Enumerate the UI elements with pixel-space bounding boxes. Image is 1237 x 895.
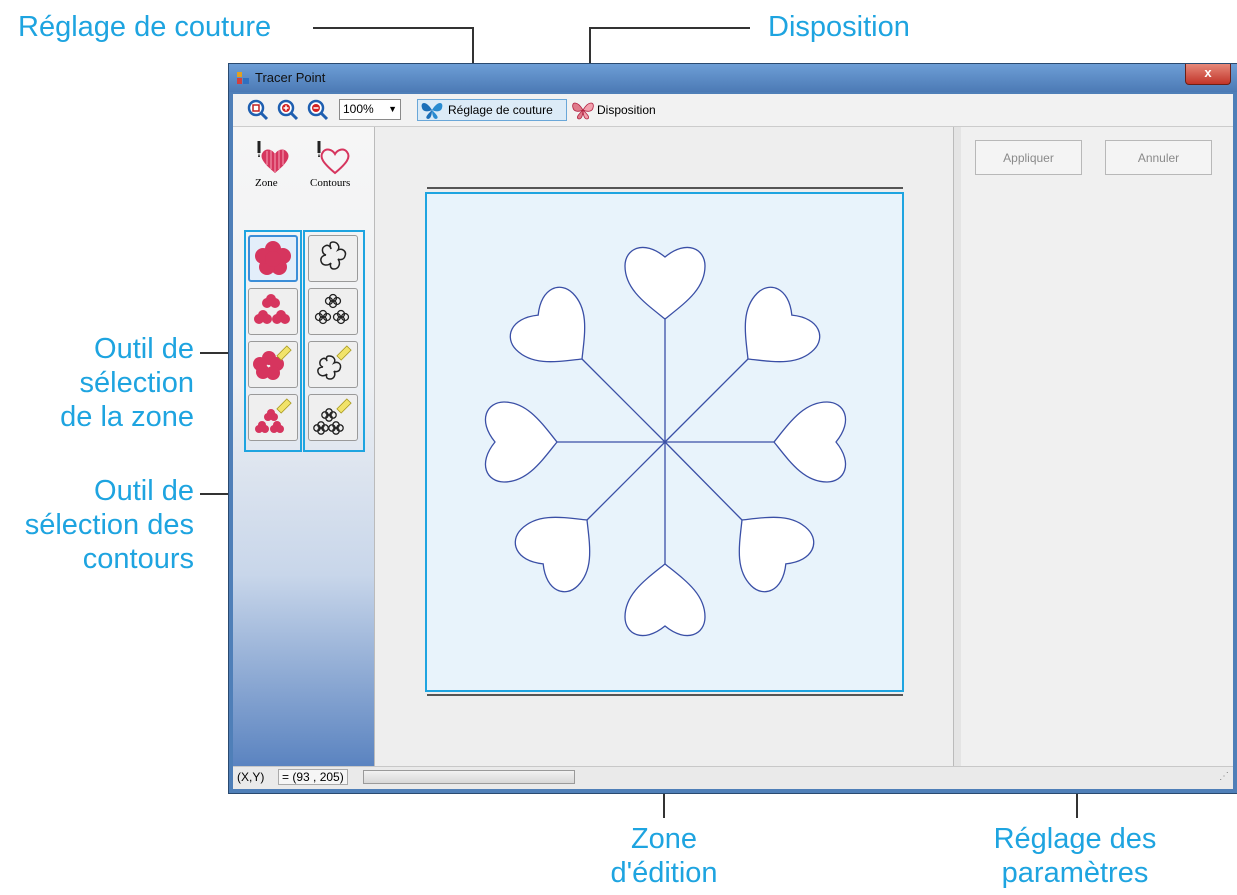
apply-button[interactable]: Appliquer <box>975 140 1082 175</box>
callout-param-setting: Réglage des paramètres <box>980 822 1170 890</box>
zoom-fit-icon[interactable] <box>247 99 269 121</box>
edit-area[interactable] <box>374 127 954 767</box>
layout-button[interactable]: Disposition <box>571 99 656 121</box>
heart-wreath-design <box>484 246 847 637</box>
zone-label: Zone <box>255 177 278 189</box>
area-select-erase-button[interactable] <box>248 341 298 388</box>
tool-panel: Zone Contours <box>233 127 374 767</box>
toolbar: 100% ▼ Réglage de couture Disposition <box>233 94 1233 127</box>
app-window: Tracer Point x 100% ▼ Réglage de couture… <box>228 63 1237 794</box>
callout-line: d'édition <box>610 857 718 889</box>
parameter-panel: Appliquer Annuler <box>961 127 1233 767</box>
callout-outline-tool: Outil de sélection des contours <box>0 474 194 576</box>
zoom-select[interactable]: 100% ▼ <box>339 99 401 120</box>
outline-select-erase-multiple-button[interactable] <box>308 394 358 441</box>
flowers-eraser-icon <box>255 398 292 433</box>
design-canvas[interactable] <box>425 192 904 692</box>
butterfly-icon <box>421 103 443 119</box>
coord-value: = (93 , 205) <box>278 769 348 785</box>
contours-heart-icon <box>317 141 350 175</box>
coord-label: (X,Y) <box>237 770 265 784</box>
callout-line: Outil de <box>94 333 194 365</box>
canvas-top-edge <box>427 187 903 189</box>
cancel-button[interactable]: Annuler <box>1105 140 1212 175</box>
butterfly-icon <box>572 102 594 120</box>
outline-select-multiple-button[interactable] <box>308 288 358 335</box>
client-area: 100% ▼ Réglage de couture Disposition Zo… <box>233 94 1233 789</box>
stitch-setting-label: Réglage de couture <box>448 103 553 117</box>
leader-line <box>313 27 473 29</box>
flower-outline-icon <box>320 241 347 270</box>
callout-edit-zone: Zone d'édition <box>584 822 744 890</box>
callout-line: sélection <box>79 367 194 399</box>
contours-label: Contours <box>310 177 351 189</box>
outline-select-single-button[interactable] <box>308 235 358 282</box>
flower-filled-icon <box>255 241 291 275</box>
area-select-erase-multiple-button[interactable] <box>248 394 298 441</box>
callout-layout: Disposition <box>768 11 910 43</box>
zoom-out-icon[interactable] <box>307 99 329 121</box>
callout-line: contours <box>82 543 194 575</box>
callout-area-tool: Outil de sélection de la zone <box>60 332 194 434</box>
progress-bar <box>363 770 575 784</box>
outline-select-erase-button[interactable] <box>308 341 358 388</box>
zoom-in-icon[interactable] <box>277 99 299 121</box>
stitch-setting-button[interactable]: Réglage de couture <box>417 99 567 121</box>
status-bar: (X,Y) = (93 , 205) ⋰ <box>233 766 1233 789</box>
resize-grip-icon[interactable]: ⋰ <box>1219 771 1229 782</box>
callout-line: Outil de <box>94 475 194 507</box>
callout-line: Réglage des <box>993 823 1157 855</box>
zoom-value: 100% <box>343 102 374 116</box>
area-select-multiple-button[interactable] <box>248 288 298 335</box>
flower-outline-eraser-icon <box>317 345 352 380</box>
zone-heart-icon <box>257 141 289 173</box>
area-select-single-button[interactable] <box>248 235 298 282</box>
layout-label: Disposition <box>597 103 656 117</box>
callout-stitch-setting: Réglage de couture <box>18 11 272 43</box>
app-icon <box>237 72 249 84</box>
title-bar[interactable]: Tracer Point x <box>229 64 1237 92</box>
flowers-filled-icon <box>254 294 290 324</box>
leader-line <box>590 27 750 29</box>
callout-line: sélection des <box>24 509 194 541</box>
callout-line: de la zone <box>60 401 194 433</box>
callout-line: paramètres <box>1001 857 1149 889</box>
canvas-bottom-edge <box>427 694 903 696</box>
callout-line: Zone <box>630 823 698 855</box>
chevron-down-icon: ▼ <box>388 104 397 114</box>
close-button[interactable]: x <box>1185 64 1231 85</box>
window-title: Tracer Point <box>255 70 326 85</box>
flower-eraser-icon <box>253 345 292 380</box>
flowers-outline-eraser-icon <box>313 398 352 435</box>
flowers-outline-icon <box>314 293 350 325</box>
